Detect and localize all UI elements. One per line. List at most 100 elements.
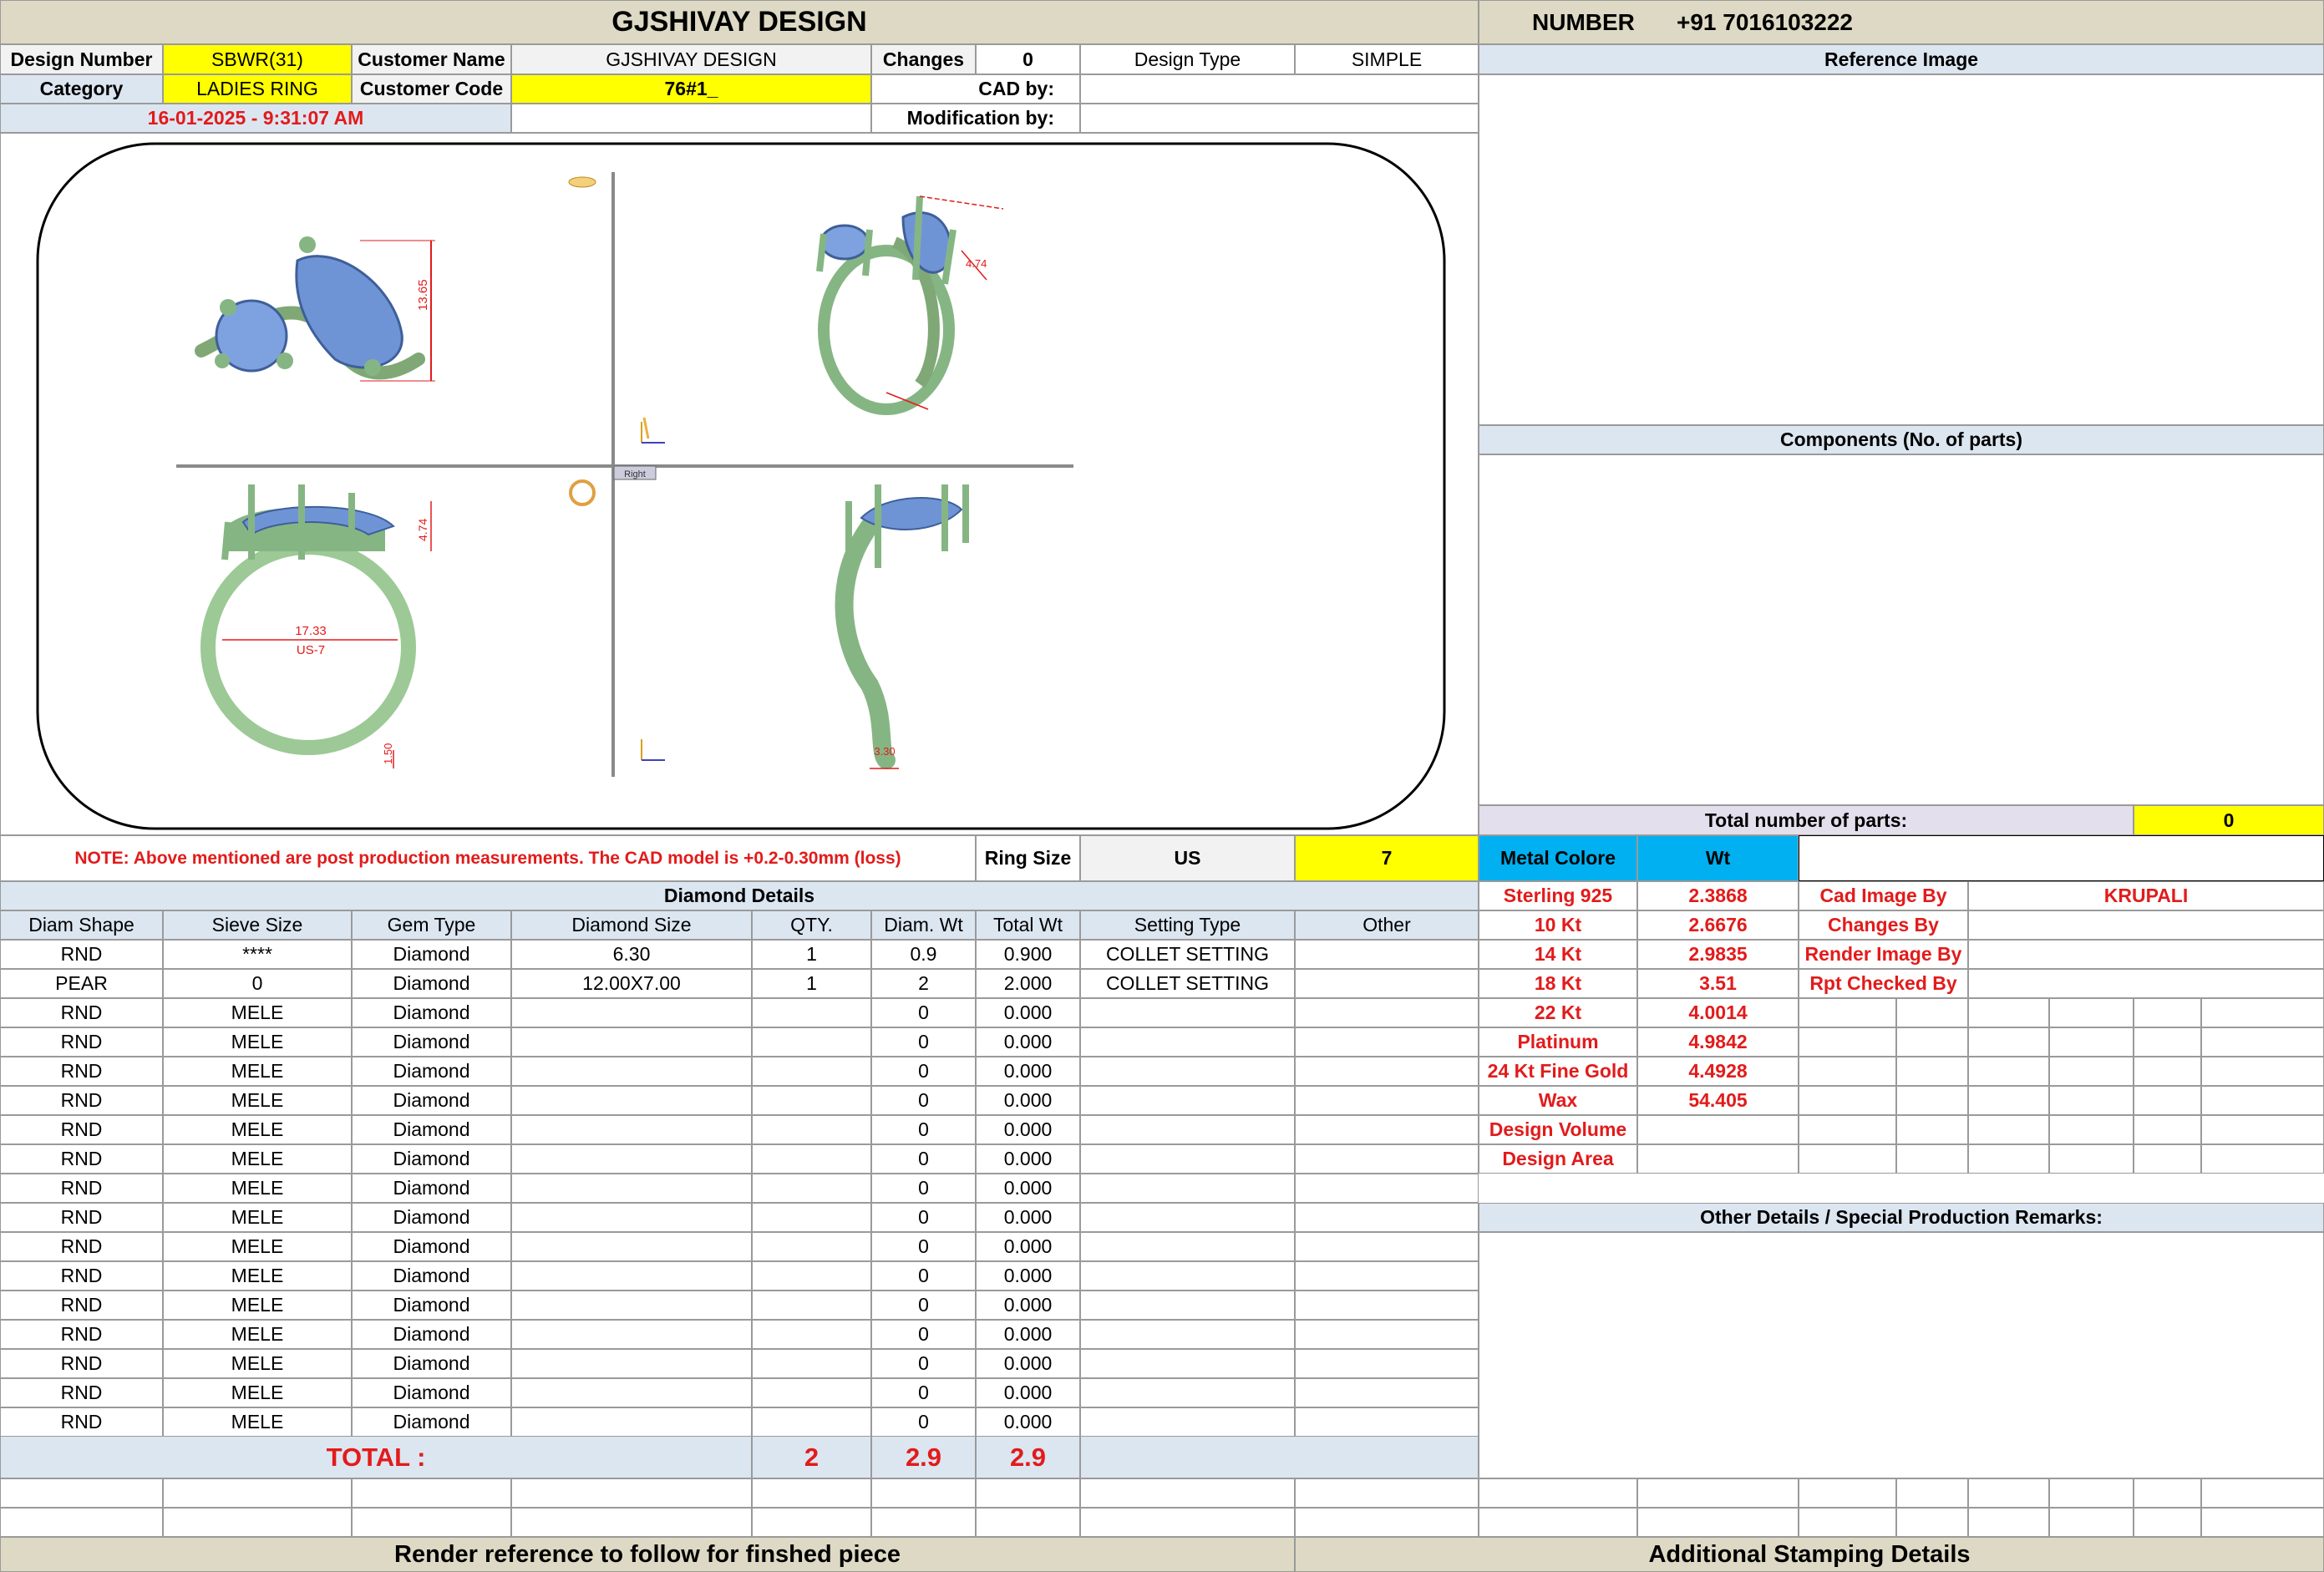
blank-cell: [1968, 1478, 2049, 1508]
reference-image-header: Reference Image: [1479, 44, 2324, 74]
svg-text:1.50: 1.50: [382, 743, 394, 764]
column-header: Diamond Size: [511, 910, 752, 940]
table-cell: [511, 1086, 752, 1115]
grid-cell: [1896, 1144, 1968, 1174]
grid-cell: [2201, 1057, 2324, 1086]
metal-wt: [1637, 1115, 1799, 1144]
table-cell: 0.000: [976, 1144, 1080, 1174]
table-cell: [1080, 1027, 1295, 1057]
category-value: LADIES RING: [163, 74, 352, 104]
table-cell: 0.000: [976, 1291, 1080, 1320]
svg-text:Right: Right: [624, 469, 646, 479]
diamond-details-title: Diamond Details: [0, 881, 1479, 910]
table-cell: [752, 1320, 871, 1349]
table-cell: 0: [871, 1057, 976, 1086]
cad-side-view: 3.30: [835, 484, 969, 769]
date-time: 16-01-2025 - 9:31:07 AM: [0, 104, 511, 133]
cad-front-view: 17.33 US-7 4.74 1.50: [200, 484, 432, 768]
metal-wt: 2.9835: [1637, 940, 1799, 969]
table-cell: RND: [0, 1291, 163, 1320]
table-cell: [1080, 1320, 1295, 1349]
table-cell: [1080, 1115, 1295, 1144]
total-blank: [1080, 1436, 1479, 1478]
table-cell: [511, 998, 752, 1027]
metal-name: Design Volume: [1479, 1115, 1637, 1144]
blank-cell: [871, 1508, 976, 1537]
grid-cell: [2049, 1144, 2134, 1174]
blank-cell: [1896, 1478, 1968, 1508]
table-cell: [752, 1349, 871, 1378]
table-cell: [752, 1115, 871, 1144]
table-cell: RND: [0, 1057, 163, 1086]
blank-cell: [2049, 1508, 2134, 1537]
table-cell: [511, 1144, 752, 1174]
table-cell: 0: [871, 1261, 976, 1291]
table-cell: Diamond: [352, 1291, 511, 1320]
table-cell: MELE: [163, 1232, 352, 1261]
grid-cell: [2201, 1144, 2324, 1174]
grid-cell: [1799, 1086, 1896, 1115]
table-cell: 2: [871, 969, 976, 998]
table-cell: [752, 1086, 871, 1115]
grid-cell: [1799, 1027, 1896, 1057]
table-cell: ****: [163, 940, 352, 969]
metal-wt: 3.51: [1637, 969, 1799, 998]
table-cell: 0.000: [976, 1086, 1080, 1115]
blank-cell: [1295, 1478, 1479, 1508]
column-header: QTY.: [752, 910, 871, 940]
ring-size-value: 7: [1295, 835, 1479, 881]
cad-views-svg: Right 13.65 4.74 17.33 US-7 4.74 1.50 3.…: [36, 142, 1446, 830]
table-cell: [1295, 1115, 1479, 1144]
metal-name: 24 Kt Fine Gold: [1479, 1057, 1637, 1086]
table-cell: 0.9: [871, 940, 976, 969]
table-cell: RND: [0, 1261, 163, 1291]
components-area: [1479, 454, 2324, 805]
metal-name: Wax: [1479, 1086, 1637, 1115]
grid-cell: [1799, 1115, 1896, 1144]
number-label: NUMBER: [1532, 8, 1635, 35]
svg-text:13.65: 13.65: [416, 279, 430, 311]
blank-cell: [1637, 1478, 1799, 1508]
ring-size-system: US: [1080, 835, 1295, 881]
ring-size-label: Ring Size: [976, 835, 1080, 881]
table-cell: RND: [0, 940, 163, 969]
table-cell: Diamond: [352, 1378, 511, 1407]
table-cell: RND: [0, 1203, 163, 1232]
table-cell: Diamond: [352, 940, 511, 969]
table-cell: MELE: [163, 1378, 352, 1407]
stamping-footer: Additional Stamping Details: [1295, 1537, 2324, 1572]
blank-cell: [163, 1508, 352, 1537]
table-cell: [1295, 969, 1479, 998]
table-cell: MELE: [163, 1291, 352, 1320]
customer-code-value: 76#1_: [511, 74, 871, 104]
modification-label: Modification by:: [871, 104, 1080, 133]
table-cell: [1295, 1027, 1479, 1057]
table-cell: 1: [752, 969, 871, 998]
metal-wt: [1637, 1144, 1799, 1174]
grid-cell: [1896, 1057, 1968, 1086]
table-cell: [1295, 1349, 1479, 1378]
grid-cell: [1968, 1086, 2049, 1115]
table-cell: Diamond: [352, 1261, 511, 1291]
total-parts-value: 0: [2134, 805, 2324, 835]
table-cell: Diamond: [352, 1407, 511, 1437]
table-cell: [752, 1291, 871, 1320]
grid-cell: [1968, 1115, 2049, 1144]
grid-cell: [1968, 1057, 2049, 1086]
cad-top-view: 13.65: [195, 236, 435, 382]
grid-cell: [1968, 998, 2049, 1027]
table-cell: RND: [0, 998, 163, 1027]
table-cell: [511, 1407, 752, 1437]
table-cell: [511, 1320, 752, 1349]
grid-cell: [1799, 998, 1896, 1027]
metal-wt: 54.405: [1637, 1086, 1799, 1115]
production-note: NOTE: Above mentioned are post productio…: [0, 835, 976, 881]
table-cell: Diamond: [352, 1349, 511, 1378]
table-cell: [511, 1115, 752, 1144]
table-cell: 6.30: [511, 940, 752, 969]
table-cell: MELE: [163, 1144, 352, 1174]
table-cell: Diamond: [352, 1027, 511, 1057]
table-cell: Diamond: [352, 1057, 511, 1086]
grid-cell: [1896, 1115, 1968, 1144]
table-cell: [752, 1378, 871, 1407]
